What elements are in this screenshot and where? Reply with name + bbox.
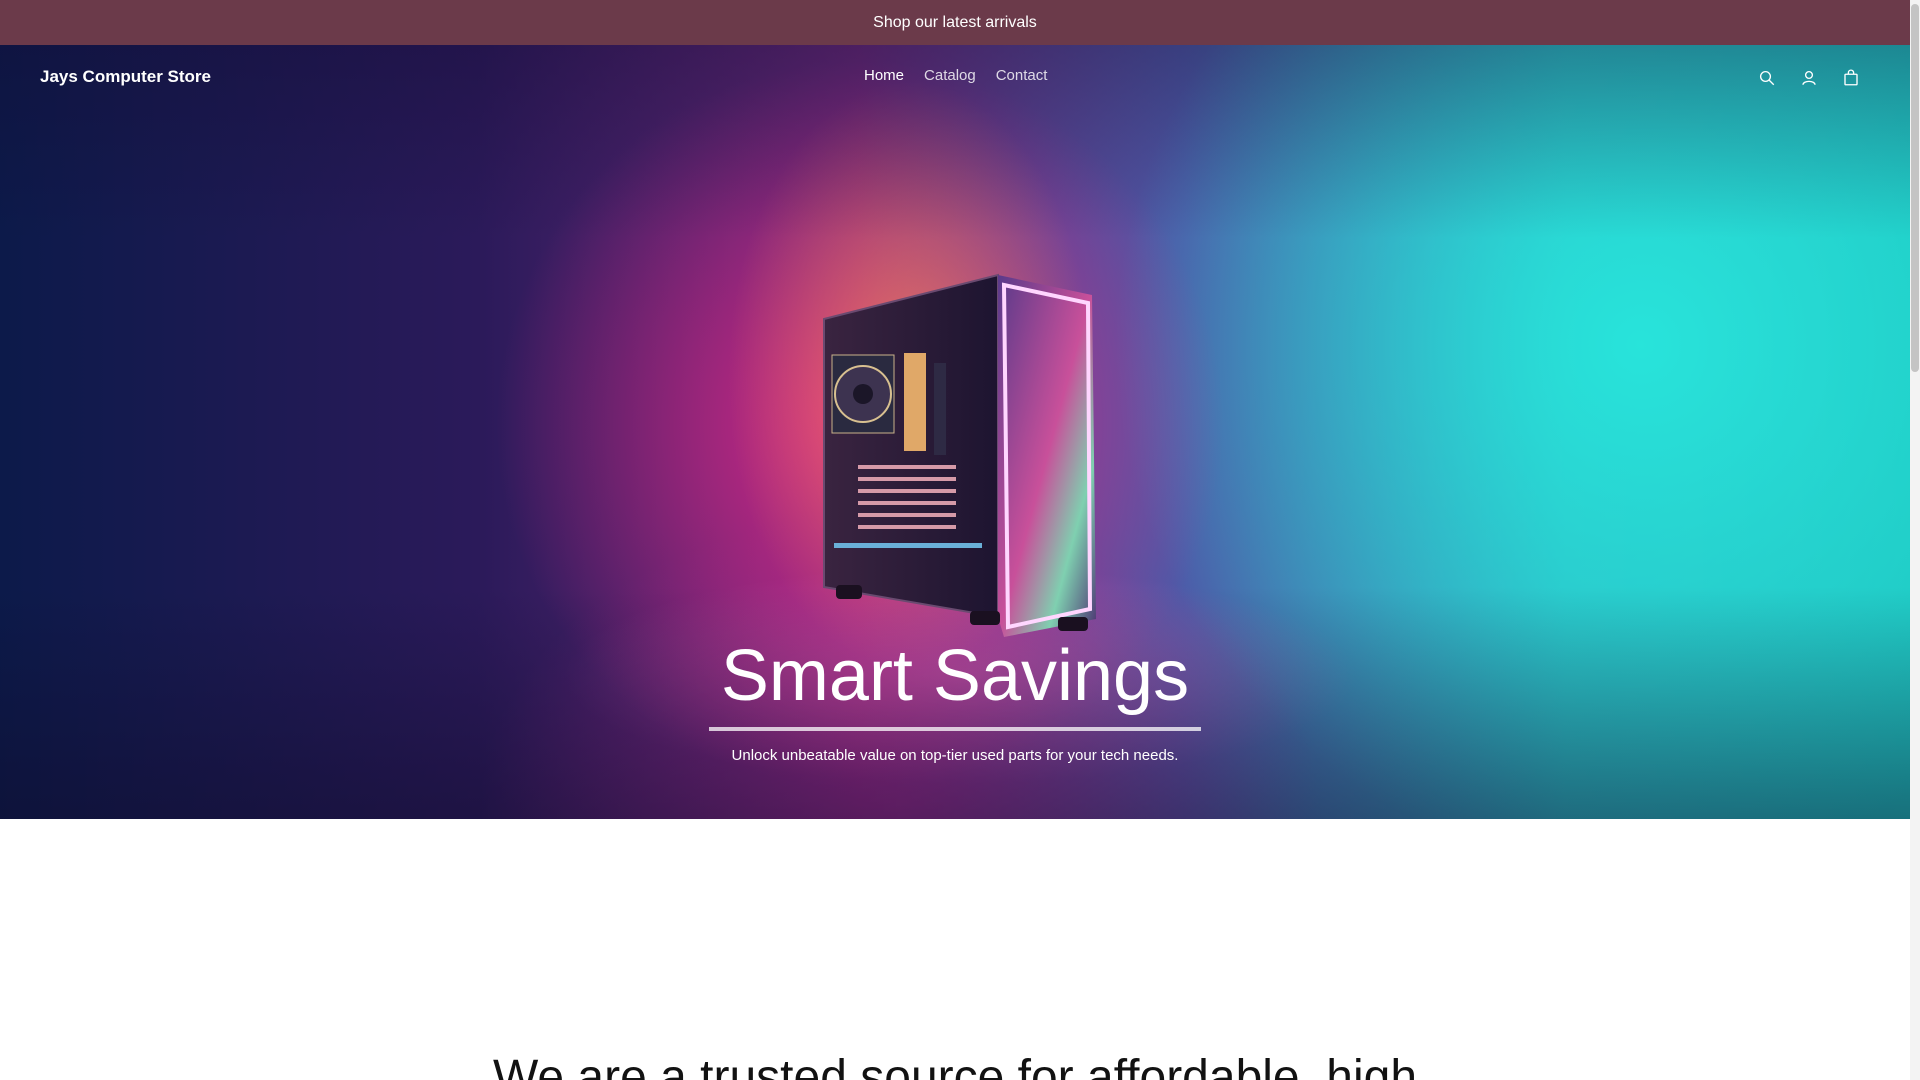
scrollbar-thumb[interactable] — [1911, 4, 1919, 372]
nav-catalog[interactable]: Catalog — [924, 67, 976, 84]
account-icon[interactable] — [1798, 67, 1820, 89]
nav-home[interactable]: Home — [864, 67, 904, 84]
search-icon[interactable] — [1756, 67, 1778, 89]
announcement-bar[interactable]: Shop our latest arrivals — [0, 0, 1910, 45]
page: Shop our latest arrivals Smart Savings U… — [0, 0, 1920, 1080]
intro-heading: We are a trusted source for affordable, … — [492, 1051, 1418, 1080]
hero-title: Smart Savings — [708, 635, 1202, 731]
main-nav: Home Catalog Contact — [864, 67, 1047, 84]
hero-banner: Smart Savings Unlock unbeatable value on… — [0, 45, 1910, 819]
hero-content: Smart Savings Unlock unbeatable value on… — [0, 635, 1910, 764]
hero-subtitle: Unlock unbeatable value on top-tier used… — [731, 747, 1179, 764]
site-header: Jays Computer Store Home Catalog Contact — [0, 45, 1910, 111]
pc-case-image — [823, 273, 1096, 637]
announcement-text[interactable]: Shop our latest arrivals — [873, 14, 1037, 32]
cart-icon[interactable] — [1840, 67, 1862, 89]
nav-contact[interactable]: Contact — [996, 67, 1048, 84]
header-icons — [1756, 67, 1862, 89]
page-scrollbar[interactable] — [1910, 0, 1920, 1080]
store-logo[interactable]: Jays Computer Store — [40, 67, 211, 87]
